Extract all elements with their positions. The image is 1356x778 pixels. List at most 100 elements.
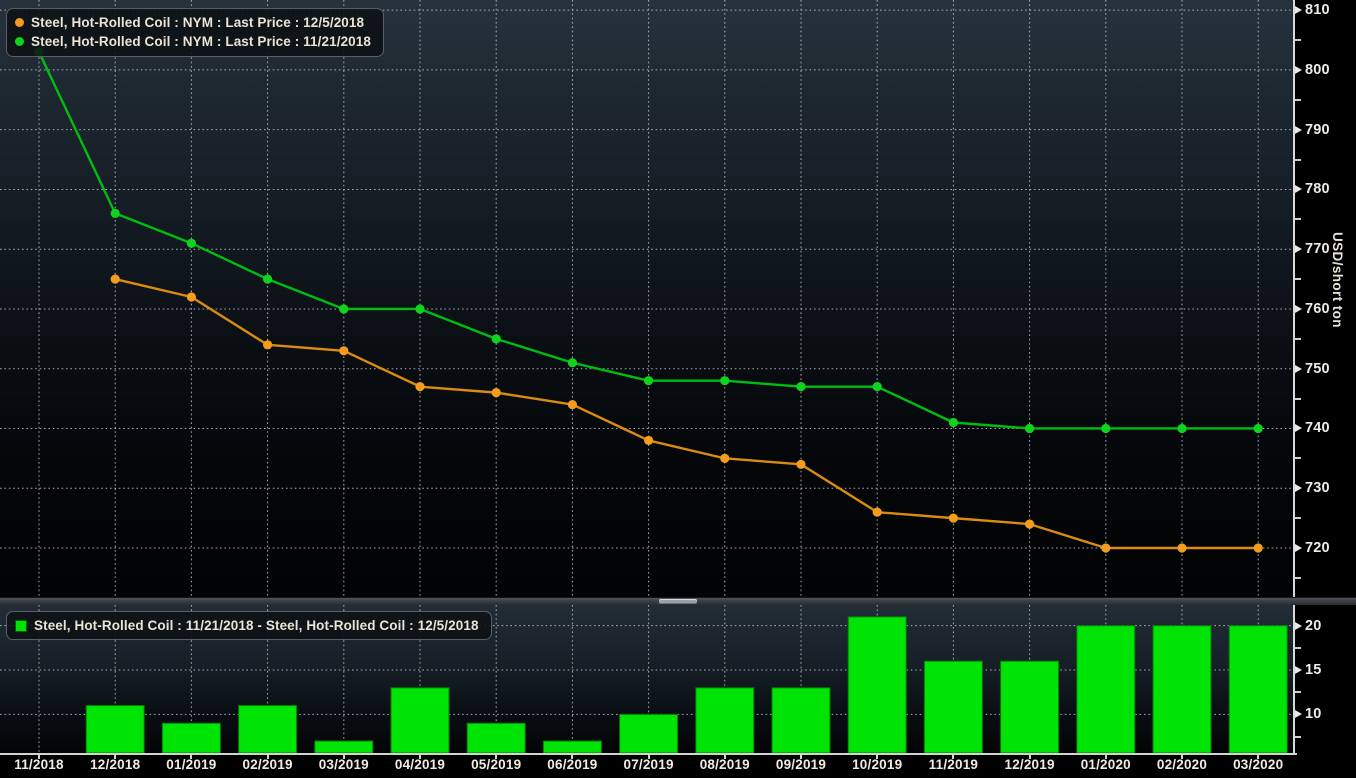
data-point-marker[interactable] <box>949 418 958 427</box>
data-point-marker[interactable] <box>1101 543 1110 552</box>
spread-bar[interactable] <box>620 714 678 753</box>
tick-arrow-icon <box>1295 544 1302 552</box>
y-tick-label: 730 <box>1295 480 1330 496</box>
data-point-marker[interactable] <box>1254 424 1263 433</box>
legend-row-11-21-2018[interactable]: Steel, Hot-Rolled Coil : NYM : Last Pric… <box>15 32 371 51</box>
data-point-marker[interactable] <box>873 382 882 391</box>
series-line <box>115 279 1258 548</box>
spread-bar[interactable] <box>1153 626 1211 753</box>
series-marker-dot-icon <box>15 37 24 46</box>
x-tick-label: 04/2019 <box>382 757 458 772</box>
series-line <box>39 52 1258 428</box>
x-tick-label: 12/2018 <box>77 757 153 772</box>
y-minor-tick <box>1295 736 1301 738</box>
data-point-marker[interactable] <box>1254 543 1263 552</box>
tick-arrow-icon <box>1295 245 1302 253</box>
y-tick-label: 740 <box>1295 420 1330 436</box>
spread-bar[interactable] <box>848 617 906 753</box>
spread-bar[interactable] <box>86 706 144 753</box>
data-point-marker[interactable] <box>568 358 577 367</box>
spread-bar[interactable] <box>696 688 754 753</box>
data-point-marker[interactable] <box>1025 424 1034 433</box>
y-minor-tick <box>1295 398 1301 400</box>
tick-arrow-icon <box>1295 424 1302 432</box>
data-point-marker[interactable] <box>1101 424 1110 433</box>
data-point-marker[interactable] <box>796 460 805 469</box>
panel-divider-handle[interactable] <box>659 599 697 604</box>
x-tick-label: 01/2019 <box>153 757 229 772</box>
x-tick-label: 11/2019 <box>915 757 991 772</box>
y-minor-tick <box>1295 577 1301 579</box>
y-tick-label: 760 <box>1295 301 1330 317</box>
y-tick-label: 800 <box>1295 62 1330 78</box>
y-minor-tick <box>1295 457 1301 459</box>
y-minor-tick <box>1295 159 1301 161</box>
data-point-marker[interactable] <box>339 304 348 313</box>
legend-row-spread[interactable]: Steel, Hot-Rolled Coil : 11/21/2018 - St… <box>15 616 479 635</box>
panel-divider[interactable] <box>0 597 1356 605</box>
data-point-marker[interactable] <box>339 346 348 355</box>
price-chart-panel[interactable]: Steel, Hot-Rolled Coil : NYM : Last Pric… <box>0 0 1293 597</box>
tick-arrow-icon <box>1295 66 1302 74</box>
spread-bar[interactable] <box>315 741 373 753</box>
tick-arrow-icon <box>1295 185 1302 193</box>
data-point-marker[interactable] <box>492 388 501 397</box>
main-y-axis-line[interactable] <box>1293 0 1295 597</box>
y-tick-label: 770 <box>1295 241 1330 257</box>
y-minor-tick <box>1295 278 1301 280</box>
y-tick-label: 20 <box>1295 618 1322 634</box>
data-point-marker[interactable] <box>720 454 729 463</box>
spread-bar[interactable] <box>1001 661 1059 753</box>
y-minor-tick <box>1295 39 1301 41</box>
tick-arrow-icon <box>1295 622 1302 630</box>
data-point-marker[interactable] <box>263 274 272 283</box>
data-point-marker[interactable] <box>1177 543 1186 552</box>
data-point-marker[interactable] <box>415 304 424 313</box>
data-point-marker[interactable] <box>568 400 577 409</box>
tick-arrow-icon <box>1295 6 1302 14</box>
data-point-marker[interactable] <box>720 376 729 385</box>
data-point-marker[interactable] <box>187 292 196 301</box>
data-point-marker[interactable] <box>873 508 882 517</box>
spread-bar[interactable] <box>162 723 220 753</box>
x-tick-label: 08/2019 <box>687 757 763 772</box>
x-tick-label: 10/2019 <box>839 757 915 772</box>
data-point-marker[interactable] <box>949 514 958 523</box>
tick-arrow-icon <box>1295 666 1302 674</box>
data-point-marker[interactable] <box>644 376 653 385</box>
spread-bar[interactable] <box>924 661 982 753</box>
data-point-marker[interactable] <box>263 340 272 349</box>
spread-bar[interactable] <box>772 688 830 753</box>
legend-label: Steel, Hot-Rolled Coil : 11/21/2018 - St… <box>34 618 479 633</box>
data-point-marker[interactable] <box>187 239 196 248</box>
data-point-marker[interactable] <box>796 382 805 391</box>
spread-bar[interactable] <box>543 741 601 753</box>
spread-bar[interactable] <box>467 723 525 753</box>
y-tick-label: 780 <box>1295 181 1330 197</box>
data-point-marker[interactable] <box>111 209 120 218</box>
data-point-marker[interactable] <box>492 334 501 343</box>
data-point-marker[interactable] <box>1177 424 1186 433</box>
legend-row-12-5-2018[interactable]: Steel, Hot-Rolled Coil : NYM : Last Pric… <box>15 13 371 32</box>
x-tick-label: 05/2019 <box>458 757 534 772</box>
price-line-series-0[interactable] <box>111 274 1263 552</box>
data-point-marker[interactable] <box>415 382 424 391</box>
spread-bar[interactable] <box>391 688 449 753</box>
x-tick-label: 03/2019 <box>306 757 382 772</box>
x-tick-label: 09/2019 <box>763 757 839 772</box>
price-legend[interactable]: Steel, Hot-Rolled Coil : NYM : Last Pric… <box>6 8 384 57</box>
data-point-marker[interactable] <box>111 274 120 283</box>
spread-legend[interactable]: Steel, Hot-Rolled Coil : 11/21/2018 - St… <box>6 611 492 640</box>
x-tick-label: 11/2018 <box>1 757 77 772</box>
spread-chart-panel[interactable]: Steel, Hot-Rolled Coil : 11/21/2018 - St… <box>0 605 1293 753</box>
y-tick-label: 720 <box>1295 540 1330 556</box>
y-tick-label: 790 <box>1295 122 1330 138</box>
spread-bar[interactable] <box>1077 626 1135 753</box>
data-point-marker[interactable] <box>1025 519 1034 528</box>
y-minor-tick <box>1295 338 1301 340</box>
spread-bar[interactable] <box>1229 626 1287 753</box>
y-minor-tick <box>1295 517 1301 519</box>
spread-bar[interactable] <box>239 706 297 753</box>
y-minor-tick <box>1295 218 1301 220</box>
data-point-marker[interactable] <box>644 436 653 445</box>
